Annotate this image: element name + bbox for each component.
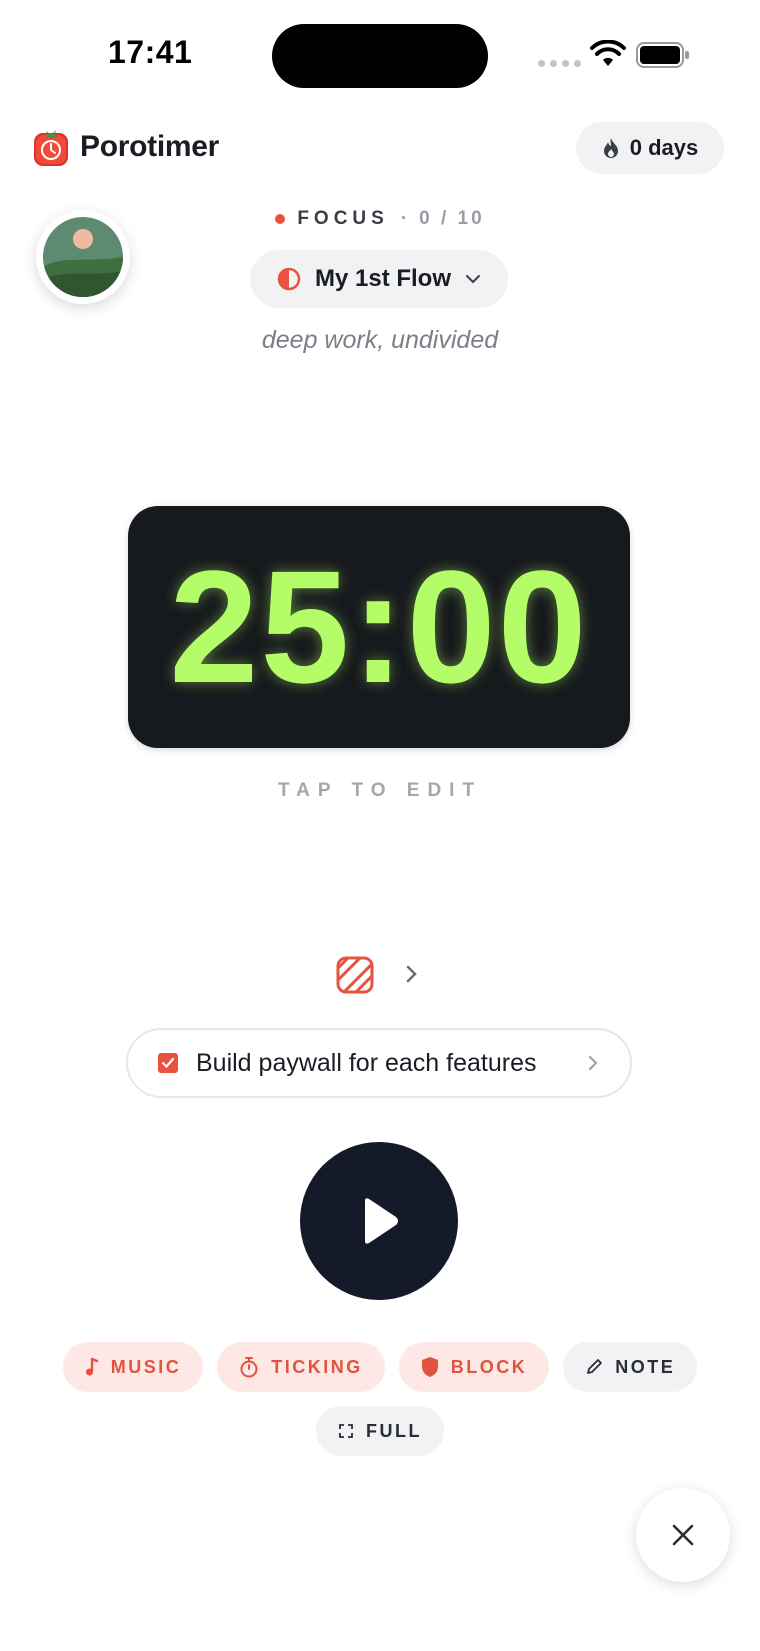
note-label: NOTE (615, 1356, 676, 1377)
pencil-icon (587, 1359, 603, 1374)
app-title: Porotimer (80, 130, 219, 163)
stopwatch-icon (240, 1357, 258, 1378)
full-label: FULL (366, 1420, 422, 1441)
flow-tagline: deep work, undivided (261, 326, 499, 354)
timer-digits: 25:00 (169, 537, 589, 716)
current-task[interactable]: Build paywall for each features (126, 1028, 632, 1098)
focus-dot (275, 214, 286, 224)
battery-icon (636, 42, 689, 68)
cellular-signal-icon (538, 60, 581, 67)
full-chip[interactable]: FULL (316, 1406, 444, 1456)
wifi-icon (590, 40, 626, 66)
play-icon (365, 1198, 398, 1244)
chevron-right-icon[interactable] (402, 962, 420, 986)
striped-square-icon[interactable] (334, 954, 376, 996)
shield-icon (421, 1357, 438, 1377)
streak-label: 0 days (629, 135, 699, 160)
status-time: 17:41 (108, 34, 193, 70)
checkbox-icon[interactable] (158, 1053, 178, 1073)
flame-icon (603, 138, 618, 158)
streak-button[interactable]: 0 days (576, 122, 724, 174)
flow-name: My 1st Flow (314, 265, 452, 292)
task-title: Build paywall for each features (196, 1048, 537, 1077)
tap-to-edit-hint: TAP TO EDIT (277, 780, 483, 801)
mode-label: FOCUS (297, 208, 389, 229)
feature-chips: MUSIC TICKING BLOCK NOTE (0, 1342, 760, 1392)
note-chip[interactable]: NOTE (563, 1342, 698, 1392)
close-icon (672, 1524, 694, 1546)
tomato-clock-icon (34, 130, 68, 166)
ticking-label: TICKING (271, 1356, 363, 1377)
feature-chips-row2: FULL (0, 1406, 760, 1456)
close-button[interactable] (636, 1488, 730, 1582)
session-count: 0 / 10 (419, 208, 485, 229)
half-circle-icon (277, 267, 301, 291)
timer-display[interactable]: 25:00 (128, 506, 630, 748)
dynamic-island (272, 24, 488, 88)
ticking-chip[interactable]: TICKING (217, 1342, 385, 1392)
fullscreen-icon (339, 1424, 353, 1438)
block-label: BLOCK (450, 1356, 528, 1377)
flow-selector[interactable]: My 1st Flow (250, 250, 508, 308)
play-button[interactable] (300, 1142, 458, 1300)
music-note-icon (85, 1357, 98, 1376)
chevron-down-icon (466, 275, 481, 284)
session-progress: FOCUS · 0 / 10 (0, 208, 760, 230)
separator: · (400, 208, 408, 229)
block-chip[interactable]: BLOCK (398, 1342, 550, 1392)
chevron-right-icon (589, 1056, 598, 1070)
music-chip[interactable]: MUSIC (62, 1342, 204, 1392)
music-label: MUSIC (110, 1356, 182, 1377)
